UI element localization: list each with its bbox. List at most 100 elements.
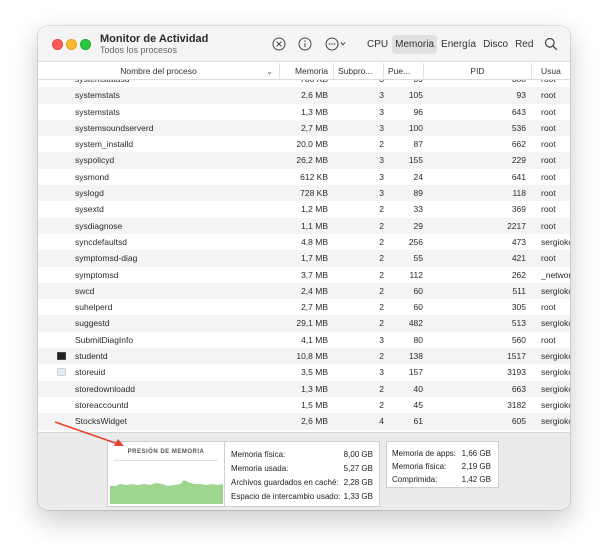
column-header-threads[interactable]: Subpro... bbox=[334, 63, 384, 80]
column-header-ports[interactable]: Pue... bbox=[384, 63, 424, 80]
process-user: sergiokc bbox=[541, 399, 570, 410]
process-threads: 2 bbox=[379, 302, 384, 313]
column-header-name[interactable]: Nombre del proceso ⌄ bbox=[38, 63, 280, 80]
column-header-user[interactable]: Usua bbox=[532, 63, 570, 80]
stat-value: 8,00 GB bbox=[343, 450, 373, 459]
search-icon[interactable] bbox=[543, 36, 558, 51]
stat-wired-memory: Memoria física: 2,19 GB bbox=[392, 461, 491, 472]
table-row[interactable]: sysdiagnose 1,1 MB 2 29 2217 root bbox=[38, 217, 570, 234]
process-threads: 3 bbox=[364, 80, 384, 87]
table-row[interactable]: syslogd 728 KB 3 89 118 root bbox=[38, 185, 570, 202]
stat-label: Memoria usada: bbox=[231, 464, 289, 473]
stat-cached-files: Archivos guardados en caché: 2,28 GB bbox=[231, 477, 373, 488]
process-user: root bbox=[541, 171, 556, 182]
process-memory: 29,1 MB bbox=[296, 318, 328, 329]
process-ports: 96 bbox=[413, 106, 423, 117]
table-row[interactable]: storeaccountd 1,5 MB 2 45 3182 sergiokc bbox=[38, 397, 570, 413]
stop-process-icon[interactable] bbox=[271, 36, 286, 51]
tab-red[interactable]: Red bbox=[512, 35, 536, 54]
process-ports: 40 bbox=[413, 383, 423, 394]
process-name: systemstats bbox=[75, 90, 120, 101]
tab-memoria[interactable]: Memoria bbox=[392, 35, 438, 54]
process-memory: 1,1 MB bbox=[301, 220, 328, 231]
memory-pressure-box: PRESIÓN DE MEMORIA bbox=[107, 441, 225, 507]
table-row[interactable]: SubmitDiagInfo 4,1 MB 3 80 560 root bbox=[38, 332, 570, 348]
process-threads: 2 bbox=[379, 383, 384, 394]
process-user: sergiokc bbox=[541, 318, 570, 329]
process-name: syncdefaultsd bbox=[75, 236, 127, 247]
process-name: StocksWidget bbox=[75, 416, 127, 427]
memory-stats: Memoria física: 8,00 GB Memoria usada: 5… bbox=[225, 441, 380, 507]
table-row[interactable]: syspolicyd 26,2 MB 3 155 229 root bbox=[38, 152, 570, 169]
column-header-pid[interactable]: PID bbox=[424, 63, 532, 80]
process-threads: 2 bbox=[379, 220, 384, 231]
table-row[interactable]: storeuid 3,5 MB 3 157 3193 sergiokc bbox=[38, 364, 570, 380]
table-row[interactable]: sysextd 1,2 MB 2 33 369 root bbox=[38, 201, 570, 217]
process-threads: 2 bbox=[379, 318, 384, 329]
process-pid: 513 bbox=[511, 318, 526, 329]
stat-value: 2,19 GB bbox=[461, 462, 491, 471]
table-row[interactable]: suggestd 29,1 MB 2 482 513 sergiokc bbox=[38, 315, 570, 332]
tab-energia[interactable]: Energía bbox=[438, 35, 479, 54]
process-pid: 536 bbox=[511, 122, 526, 133]
process-memory: 1,2 MB bbox=[301, 204, 328, 215]
column-header-memory[interactable]: Memoria bbox=[280, 63, 334, 80]
process-threads: 2 bbox=[379, 204, 384, 215]
process-name: storeaccountd bbox=[75, 399, 129, 410]
process-pid: 2217 bbox=[507, 220, 526, 231]
table-row[interactable]: sysmond 612 KB 3 24 641 root bbox=[38, 169, 570, 185]
stat-used-memory: Memoria usada: 5,27 GB bbox=[231, 463, 373, 474]
process-name: symptomsd-diag bbox=[75, 253, 138, 264]
process-ports: 256 bbox=[408, 236, 423, 247]
process-pid: 93 bbox=[516, 90, 526, 101]
stat-value: 2,28 GB bbox=[343, 478, 373, 487]
zoom-window-button[interactable] bbox=[80, 39, 91, 50]
stat-label: Memoria física: bbox=[392, 462, 447, 471]
process-name: sysextd bbox=[75, 204, 104, 215]
process-threads: 3 bbox=[379, 367, 384, 378]
process-rows: systemstatusd780 KB339388root systemstats… bbox=[38, 80, 570, 430]
process-table: systemstatusd780 KB339388root systemstats… bbox=[38, 80, 570, 432]
process-threads: 2 bbox=[379, 253, 384, 264]
process-user: _networ bbox=[541, 269, 570, 280]
table-row[interactable]: StocksWidget 2,6 MB 4 61 605 sergiokc bbox=[38, 413, 570, 430]
table-row[interactable]: systemstats 1,3 MB 3 96 643 root bbox=[38, 104, 570, 120]
more-actions-icon[interactable] bbox=[325, 36, 349, 51]
process-memory: 1,3 MB bbox=[301, 106, 328, 117]
stat-value: 1,33 GB bbox=[343, 492, 373, 501]
process-pid: 305 bbox=[511, 302, 526, 313]
process-user: root bbox=[541, 334, 556, 345]
table-row[interactable]: systemstats 2,6 MB 3 105 93 root bbox=[38, 87, 570, 104]
table-row[interactable]: systemsoundserverd 2,7 MB 3 100 536 root bbox=[38, 119, 570, 137]
table-row[interactable]: system_installd 20,0 MB 2 87 662 root bbox=[38, 136, 570, 152]
process-name: SubmitDiagInfo bbox=[75, 334, 134, 345]
process-user: root bbox=[541, 204, 556, 215]
table-row[interactable]: symptomsd 3,7 MB 2 112 262 _networ bbox=[38, 267, 570, 283]
table-row[interactable]: studentd 10,8 MB 2 138 1517 sergiokc bbox=[38, 348, 570, 365]
process-ports: 105 bbox=[408, 90, 423, 101]
process-user: sergiokc bbox=[541, 416, 570, 427]
info-icon[interactable] bbox=[297, 36, 312, 51]
process-ports: 61 bbox=[413, 416, 423, 427]
tab-cpu[interactable]: CPU bbox=[364, 35, 391, 54]
table-row[interactable]: storedownloadd 1,3 MB 2 40 663 sergiokc bbox=[38, 380, 570, 397]
minimize-window-button[interactable] bbox=[66, 39, 77, 50]
process-threads: 3 bbox=[379, 155, 384, 166]
process-threads: 2 bbox=[379, 351, 384, 362]
process-pid: 388 bbox=[488, 80, 526, 87]
table-row[interactable]: systemstatusd 780 KB 3 39 388 root bbox=[38, 80, 570, 87]
process-user: root bbox=[541, 155, 556, 166]
table-row[interactable]: symptomsd-diag 1,7 MB 2 55 421 root bbox=[38, 250, 570, 267]
table-row[interactable]: swcd 2,4 MB 2 60 511 sergiokc bbox=[38, 282, 570, 300]
close-window-button[interactable] bbox=[52, 39, 63, 50]
process-ports: 45 bbox=[413, 399, 423, 410]
process-threads: 2 bbox=[379, 285, 384, 296]
process-ports: 138 bbox=[408, 351, 423, 362]
process-name: storedownloadd bbox=[75, 383, 136, 394]
process-pid: 229 bbox=[511, 155, 526, 166]
table-row[interactable]: syncdefaultsd 4,8 MB 2 256 473 sergiokc bbox=[38, 234, 570, 250]
tab-disco[interactable]: Disco bbox=[480, 35, 511, 54]
table-row[interactable]: suhelperd 2,7 MB 2 60 305 root bbox=[38, 299, 570, 315]
process-threads: 3 bbox=[379, 334, 384, 345]
process-pid: 118 bbox=[512, 188, 526, 199]
